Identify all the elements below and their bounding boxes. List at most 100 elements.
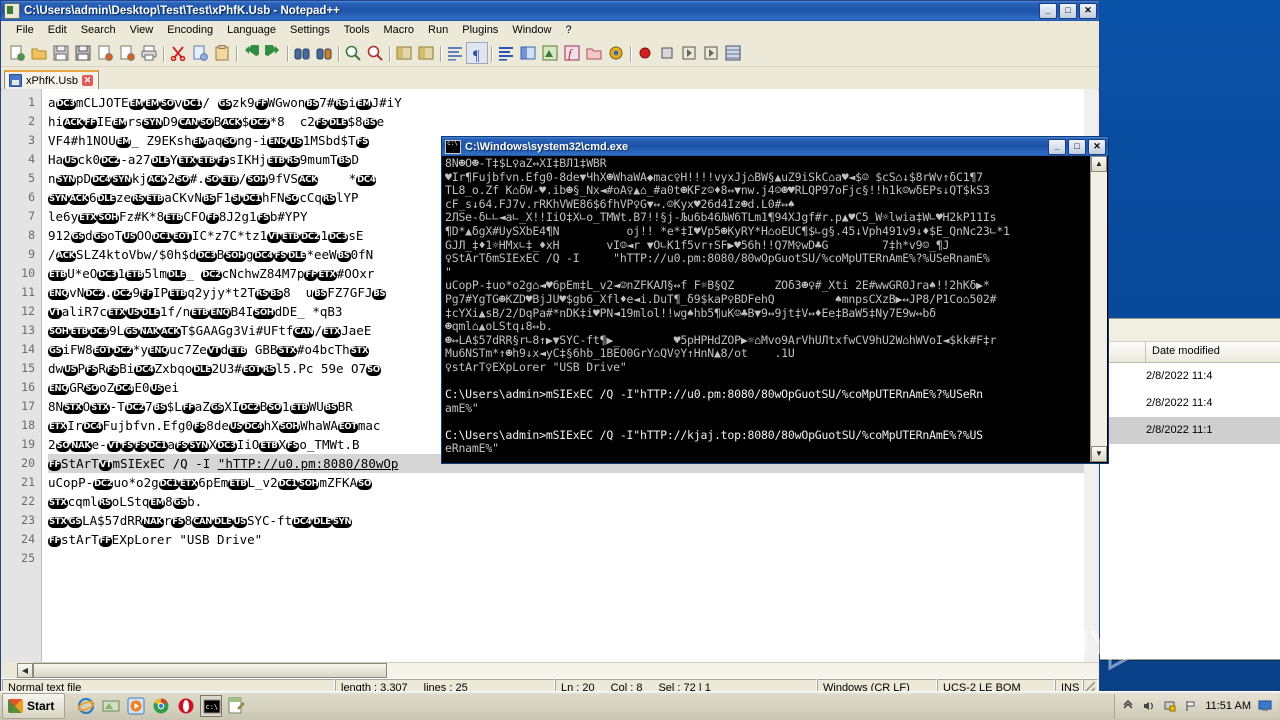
hscroll-thumb[interactable] bbox=[33, 663, 387, 678]
cmd-vertical-scrollbar[interactable]: ▲ ▼ bbox=[1090, 156, 1107, 462]
start-button[interactable]: Start bbox=[2, 693, 66, 719]
document-map-icon[interactable] bbox=[539, 42, 561, 64]
close-button[interactable]: ✕ bbox=[1079, 3, 1097, 19]
find-icon[interactable] bbox=[291, 42, 313, 64]
cmd-console-output[interactable]: 8N☻O☻-T‡$L♀aZ↔XI‡BЛ1‡WBR ♥Ir¶Fujbfvn.Efg0… bbox=[443, 156, 1090, 462]
replace-icon[interactable] bbox=[313, 42, 335, 64]
code-line[interactable]: aDC3mCLJOTEEM EM SOvDC1/ GSzk9FFWGwonBS7#R… bbox=[48, 93, 1098, 112]
notepad-window-controls[interactable]: _ □ ✕ bbox=[1039, 3, 1097, 19]
monitoring-icon[interactable] bbox=[605, 42, 627, 64]
notepad-toolbar[interactable]: ¶ f bbox=[1, 40, 1099, 67]
save-all-icon[interactable] bbox=[72, 42, 94, 64]
taskbar-internet-explorer-icon[interactable] bbox=[75, 695, 97, 717]
menu-item-settings[interactable]: Settings bbox=[283, 22, 337, 38]
redo-icon[interactable] bbox=[262, 42, 284, 64]
zoom-out-icon[interactable] bbox=[364, 42, 386, 64]
cmd-scroll-track[interactable] bbox=[1091, 172, 1107, 446]
explorer-row[interactable]: 2/8/2022 11:4 bbox=[1098, 363, 1280, 390]
show-all-chars-icon[interactable]: ¶ bbox=[466, 42, 488, 64]
cmd-window[interactable]: C:\Windows\system32\cmd.exe _ □ ✕ 8N☻O☻-… bbox=[441, 136, 1109, 464]
copy-icon[interactable] bbox=[189, 42, 211, 64]
scroll-down-arrow-icon[interactable]: ▼ bbox=[1091, 446, 1107, 462]
maximize-button[interactable]: □ bbox=[1059, 3, 1077, 19]
code-line[interactable] bbox=[48, 549, 1098, 568]
open-file-icon[interactable] bbox=[28, 42, 50, 64]
show-hidden-icons-chevron-icon[interactable] bbox=[1121, 699, 1135, 713]
code-line[interactable]: FFstArTFFEXpLorer "USB Drive" bbox=[48, 530, 1098, 549]
menu-item-tools[interactable]: Tools bbox=[337, 22, 377, 38]
word-wrap-icon[interactable] bbox=[444, 42, 466, 64]
taskbar-notepad-plus-plus-icon[interactable] bbox=[225, 695, 247, 717]
taskbar-show-desktop-icon[interactable] bbox=[100, 695, 122, 717]
new-file-icon[interactable] bbox=[6, 42, 28, 64]
function-list-icon[interactable]: f bbox=[561, 42, 583, 64]
sync-horizontal-icon[interactable] bbox=[415, 42, 437, 64]
undo-icon[interactable] bbox=[240, 42, 262, 64]
hscroll-track[interactable] bbox=[33, 662, 1098, 679]
show-desktop-tray-icon[interactable] bbox=[1258, 699, 1272, 713]
close-icon[interactable]: ✕ bbox=[81, 75, 93, 86]
ui-userdefined-icon[interactable] bbox=[517, 42, 539, 64]
explorer-file-list[interactable]: 2/8/2022 11:4 2/8/2022 11:4 2/8/2022 11:… bbox=[1098, 363, 1280, 659]
tab-xphfk-usb[interactable]: xPhfK.Usb ✕ bbox=[4, 70, 99, 89]
cmd-window-controls[interactable]: _ □ ✕ bbox=[1048, 138, 1106, 155]
sync-vertical-icon[interactable] bbox=[393, 42, 415, 64]
menu-item-edit[interactable]: Edit bbox=[41, 22, 74, 38]
paste-icon[interactable] bbox=[211, 42, 233, 64]
save-macro-icon[interactable] bbox=[722, 42, 744, 64]
system-tray[interactable]: 11:51 AM bbox=[1114, 694, 1278, 718]
taskbar-opera-icon[interactable] bbox=[175, 695, 197, 717]
close-all-icon[interactable] bbox=[116, 42, 138, 64]
folder-as-workspace-icon[interactable] bbox=[583, 42, 605, 64]
notepad-title-bar[interactable]: C:\Users\admin\Desktop\Test\Test\xPhfK.U… bbox=[1, 1, 1099, 21]
save-icon[interactable] bbox=[50, 42, 72, 64]
taskbar-clock[interactable]: 11:51 AM bbox=[1205, 700, 1251, 712]
play-multiple-macro-icon[interactable] bbox=[700, 42, 722, 64]
taskbar-chrome-icon[interactable] bbox=[150, 695, 172, 717]
zoom-in-icon[interactable] bbox=[342, 42, 364, 64]
maximize-button[interactable]: □ bbox=[1068, 138, 1086, 155]
security-shield-icon[interactable] bbox=[1163, 699, 1177, 713]
menu-item-view[interactable]: View bbox=[123, 22, 161, 38]
cmd-console-body[interactable]: 8N☻O☻-T‡$L♀aZ↔XI‡BЛ1‡WBR ♥Ir¶Fujbfvn.Efg0… bbox=[443, 156, 1107, 462]
close-file-icon[interactable] bbox=[94, 42, 116, 64]
menu-item-encoding[interactable]: Encoding bbox=[160, 22, 220, 38]
minimize-button[interactable]: _ bbox=[1039, 3, 1057, 19]
code-line[interactable]: STX GSLA$57dRRNAKrFS8CAN DLE USSYC-ftDC4 DLE… bbox=[48, 511, 1098, 530]
menu-item-file[interactable]: File bbox=[9, 22, 41, 38]
explorer-row[interactable]: 2/8/2022 11:4 bbox=[1098, 390, 1280, 417]
scroll-left-arrow-icon[interactable]: ◀ bbox=[17, 663, 33, 678]
cmd-title-bar[interactable]: C:\Windows\system32\cmd.exe _ □ ✕ bbox=[442, 137, 1108, 156]
menu-item-run[interactable]: Run bbox=[421, 22, 455, 38]
menu-item-window[interactable]: Window bbox=[505, 22, 558, 38]
indent-guide-icon[interactable] bbox=[495, 42, 517, 64]
taskbar-cmd-icon[interactable]: c:\ bbox=[200, 695, 223, 717]
notepad-menu-bar[interactable]: File Edit Search View Encoding Language Settin… bbox=[1, 21, 1099, 40]
menu-item-[interactable]: ? bbox=[558, 22, 578, 38]
minimize-button[interactable]: _ bbox=[1048, 138, 1066, 155]
network-flag-icon[interactable] bbox=[1184, 699, 1198, 713]
code-line[interactable]: uCopP-DC2uo*o2gDC1 ETX6pEmETBL_v2DC1 SOHmZ… bbox=[48, 473, 1098, 492]
taskbar-media-player-icon[interactable] bbox=[125, 695, 147, 717]
explorer-window[interactable]: Date modified 2/8/2022 11:4 2/8/2022 11:… bbox=[1097, 318, 1280, 660]
taskbar[interactable]: Start c:\ 11:51 AM bbox=[0, 691, 1280, 720]
code-line[interactable]: hiACK FFIEEMrsSYND9CAN SOBACK$DC2*8 c2FS DL… bbox=[48, 112, 1098, 131]
menu-item-search[interactable]: Search bbox=[74, 22, 123, 38]
menu-item-plugins[interactable]: Plugins bbox=[455, 22, 505, 38]
play-macro-icon[interactable] bbox=[678, 42, 700, 64]
print-icon[interactable] bbox=[138, 42, 160, 64]
cut-icon[interactable] bbox=[167, 42, 189, 64]
close-button[interactable]: ✕ bbox=[1088, 138, 1106, 155]
explorer-column-date-modified[interactable]: Date modified bbox=[1146, 342, 1280, 362]
explorer-row-selected[interactable]: 2/8/2022 11:1 bbox=[1098, 417, 1280, 444]
notepad-tab-bar[interactable]: xPhfK.Usb ✕ bbox=[1, 67, 1099, 90]
editor-horizontal-scrollbar[interactable]: ◀ bbox=[2, 662, 1098, 679]
menu-item-macro[interactable]: Macro bbox=[376, 22, 421, 38]
volume-icon[interactable] bbox=[1142, 699, 1156, 713]
quick-launch-bar[interactable]: c:\ bbox=[75, 695, 247, 717]
record-macro-icon[interactable] bbox=[634, 42, 656, 64]
scroll-up-arrow-icon[interactable]: ▲ bbox=[1091, 156, 1107, 172]
menu-item-language[interactable]: Language bbox=[220, 22, 283, 38]
code-line[interactable]: STXcqmlRSoLStqEM8GSb. bbox=[48, 492, 1098, 511]
stop-macro-icon[interactable] bbox=[656, 42, 678, 64]
